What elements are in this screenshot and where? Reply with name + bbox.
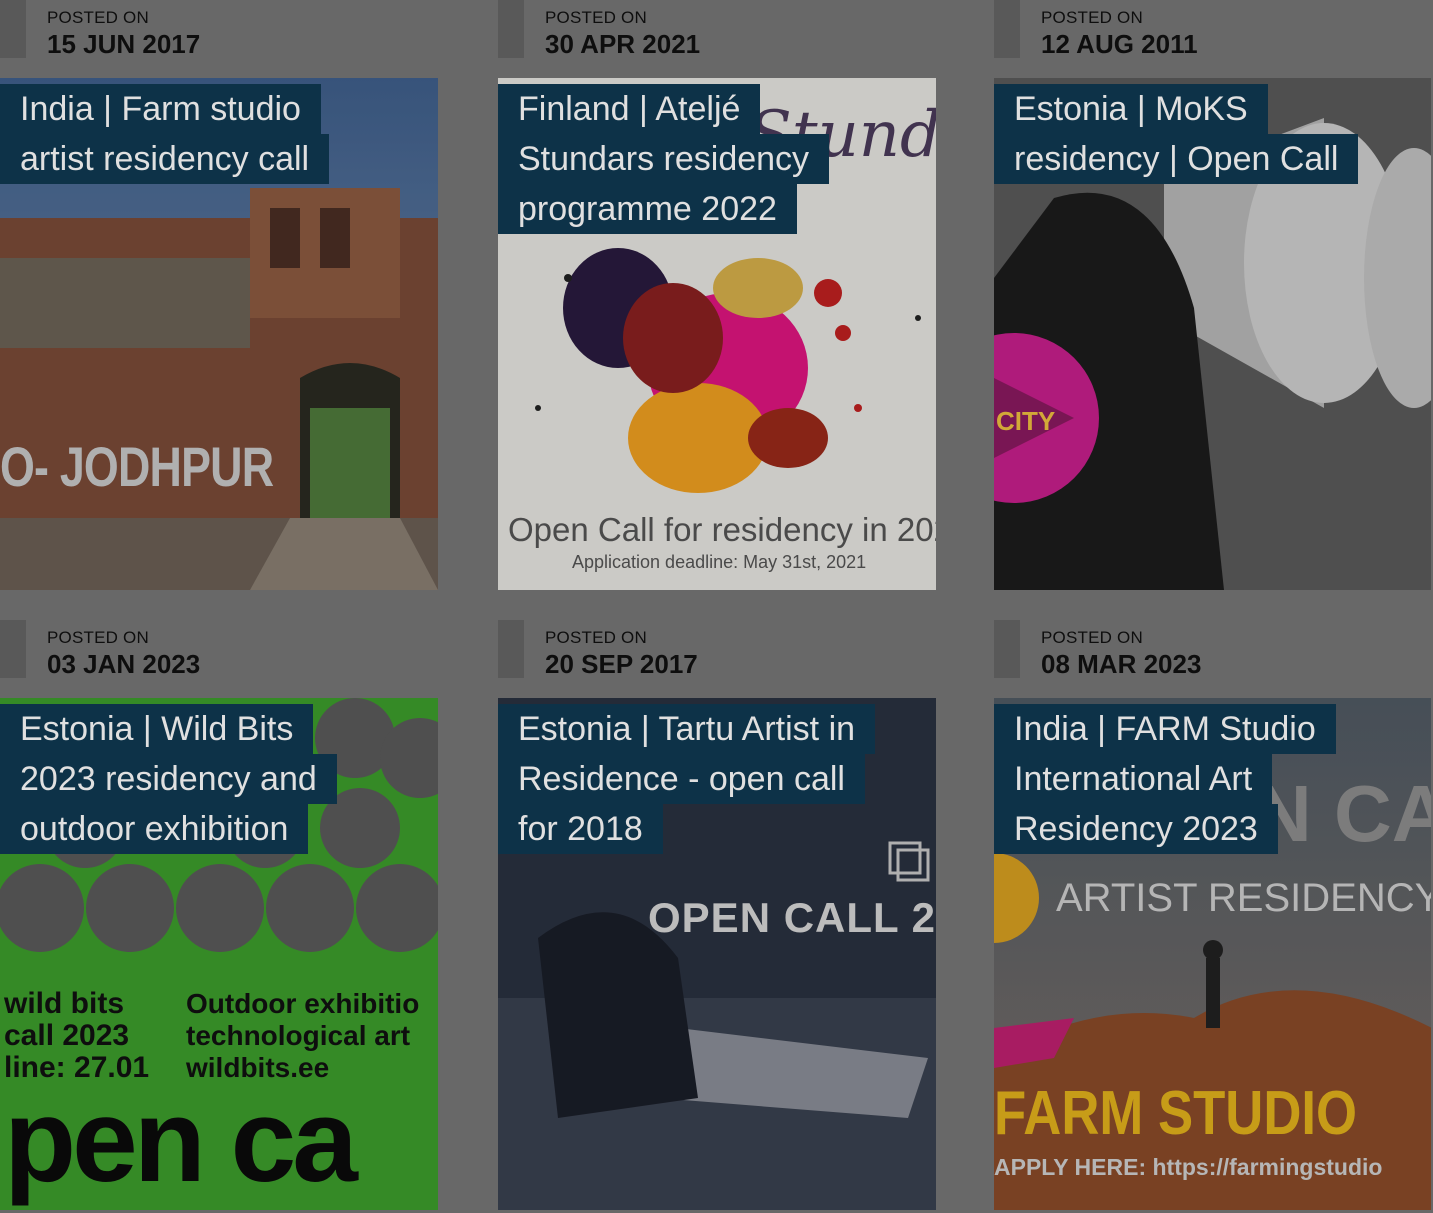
post-title[interactable]: Estonia | MoKS residency | Open Call [994, 84, 1359, 184]
post-meta: POSTED ON 03 JAN 2023 [0, 620, 438, 698]
post-card[interactable]: POSTED ON 03 JAN 2023 wild bits call 202… [0, 620, 438, 1210]
post-date: 08 MAR 2023 [1041, 649, 1202, 679]
post-title-line: Estonia | MoKS [994, 84, 1268, 134]
posted-on-label: POSTED ON [1041, 628, 1143, 647]
post-date-block: POSTED ON 30 APR 2021 [545, 8, 700, 60]
post-title-line: residency | Open Call [994, 134, 1359, 184]
post-date: 30 APR 2021 [545, 29, 701, 59]
post-date: 12 AUG 2011 [1041, 29, 1198, 59]
post-title-line: Estonia | Wild Bits [0, 704, 314, 754]
posted-on-label: POSTED ON [1041, 8, 1143, 27]
post-title-line: India | FARM Studio [994, 704, 1336, 754]
post-title[interactable]: India | Farm studio artist residency cal… [0, 84, 330, 184]
post-date-block: POSTED ON 03 JAN 2023 [47, 628, 200, 680]
post-date: 20 SEP 2017 [545, 649, 698, 679]
post-thumbnail-link[interactable]: O- JODHPUR India | Farm studio artist re… [0, 78, 438, 590]
post-title-line: India | Farm studio [0, 84, 321, 134]
post-title-line: 2023 residency and [0, 754, 337, 804]
meta-accent-bar [498, 0, 524, 58]
post-title-line: Residence - open call [498, 754, 865, 804]
post-meta: POSTED ON 15 JUN 2017 [0, 0, 438, 78]
post-card[interactable]: POSTED ON 08 MAR 2023 N CA ARTIST RESIDE… [994, 620, 1432, 1210]
post-date-block: POSTED ON 08 MAR 2023 [1041, 628, 1201, 680]
wild-bits-line: Outdoor exhibitio [186, 988, 420, 1019]
meta-accent-bar [498, 620, 524, 678]
meta-accent-bar [0, 620, 26, 678]
posted-on-label: POSTED ON [47, 8, 149, 27]
post-title[interactable]: Finland | Ateljé Stundars residency prog… [498, 84, 830, 234]
wild-bits-left-text: wild bits call 2023 line: 27.01 [4, 988, 149, 1084]
post-title[interactable]: Estonia | Wild Bits 2023 residency and o… [0, 704, 337, 854]
city-text: CITY [996, 406, 1056, 436]
post-meta: POSTED ON 08 MAR 2023 [994, 620, 1432, 698]
wild-bits-line: wild bits [4, 987, 124, 1020]
post-date-block: POSTED ON 20 SEP 2017 [545, 628, 698, 680]
post-meta: POSTED ON 20 SEP 2017 [498, 620, 936, 698]
artist-residency-text: ARTIST RESIDENCY [1056, 876, 1431, 920]
post-title-line: International Art [994, 754, 1273, 804]
post-title-line: Estonia | Tartu Artist in [498, 704, 876, 754]
post-meta: POSTED ON 30 APR 2021 [498, 0, 936, 78]
post-thumbnail-link[interactable]: CITY Estonia | MoKS residency | Open Cal… [994, 78, 1431, 590]
apply-here-text: APPLY HERE: https://farmingstudio [994, 1154, 1383, 1180]
open-call-text: Open Call for residency in 2022 [508, 511, 936, 548]
meta-accent-bar [0, 0, 26, 58]
post-thumbnail-link[interactable]: wild bits call 2023 line: 27.01 Outdoor … [0, 698, 438, 1210]
wild-bits-line: technological art [186, 1020, 411, 1051]
post-date: 15 JUN 2017 [47, 29, 201, 59]
meta-accent-bar [994, 620, 1020, 678]
post-title[interactable]: India | FARM Studio International Art Re… [994, 704, 1336, 854]
post-title-line: programme 2022 [498, 184, 797, 234]
post-date-block: POSTED ON 12 AUG 2011 [1041, 8, 1198, 60]
posted-on-label: POSTED ON [47, 628, 149, 647]
post-title-line: outdoor exhibition [0, 804, 309, 854]
post-meta: POSTED ON 12 AUG 2011 [994, 0, 1432, 78]
posted-on-label: POSTED ON [545, 8, 647, 27]
post-title-line: artist residency call [0, 134, 330, 184]
meta-accent-bar [994, 0, 1020, 58]
posted-on-label: POSTED ON [545, 628, 647, 647]
open-call-text: OPEN CALL 2 [648, 894, 936, 941]
post-thumbnail-link[interactable]: N CA ARTIST RESIDENCY FARM STUDIO APPLY … [994, 698, 1431, 1210]
post-title-line: Finland | Ateljé [498, 84, 761, 134]
farm-studio-text: FARM STUDIO [994, 1079, 1358, 1148]
post-title-line: for 2018 [498, 804, 663, 854]
post-thumbnail-link[interactable]: OPEN CALL 2 Estonia | Tartu Artist in Re… [498, 698, 936, 1210]
deadline-text: Application deadline: May 31st, 2021 [572, 552, 867, 572]
post-card[interactable]: POSTED ON 30 APR 2021 Stundars O [498, 0, 936, 590]
post-title[interactable]: Estonia | Tartu Artist in Residence - op… [498, 704, 876, 854]
wild-bits-right-text: Outdoor exhibitio technological art wild… [186, 988, 419, 1084]
post-card[interactable]: POSTED ON 20 SEP 2017 OPEN CALL 2 Estoni… [498, 620, 936, 1210]
post-date-block: POSTED ON 15 JUN 2017 [47, 8, 200, 60]
wild-bits-line: call 2023 [4, 1019, 130, 1052]
post-card[interactable]: POSTED ON 15 JUN 2017 O- JODHPUR India |… [0, 0, 438, 590]
post-grid: POSTED ON 15 JUN 2017 O- JODHPUR India |… [0, 0, 1433, 1213]
open-call-big-text: pen ca [4, 1075, 358, 1207]
post-date: 03 JAN 2023 [47, 649, 201, 679]
post-thumbnail-link[interactable]: Stundars Open Call for residency in 2022… [498, 78, 936, 590]
post-card[interactable]: POSTED ON 12 AUG 2011 CITY Estonia | MoK… [994, 0, 1432, 590]
jodhpur-text: O- JODHPUR [0, 435, 274, 498]
post-title-line: Residency 2023 [994, 804, 1278, 854]
post-title-line: Stundars residency [498, 134, 830, 184]
